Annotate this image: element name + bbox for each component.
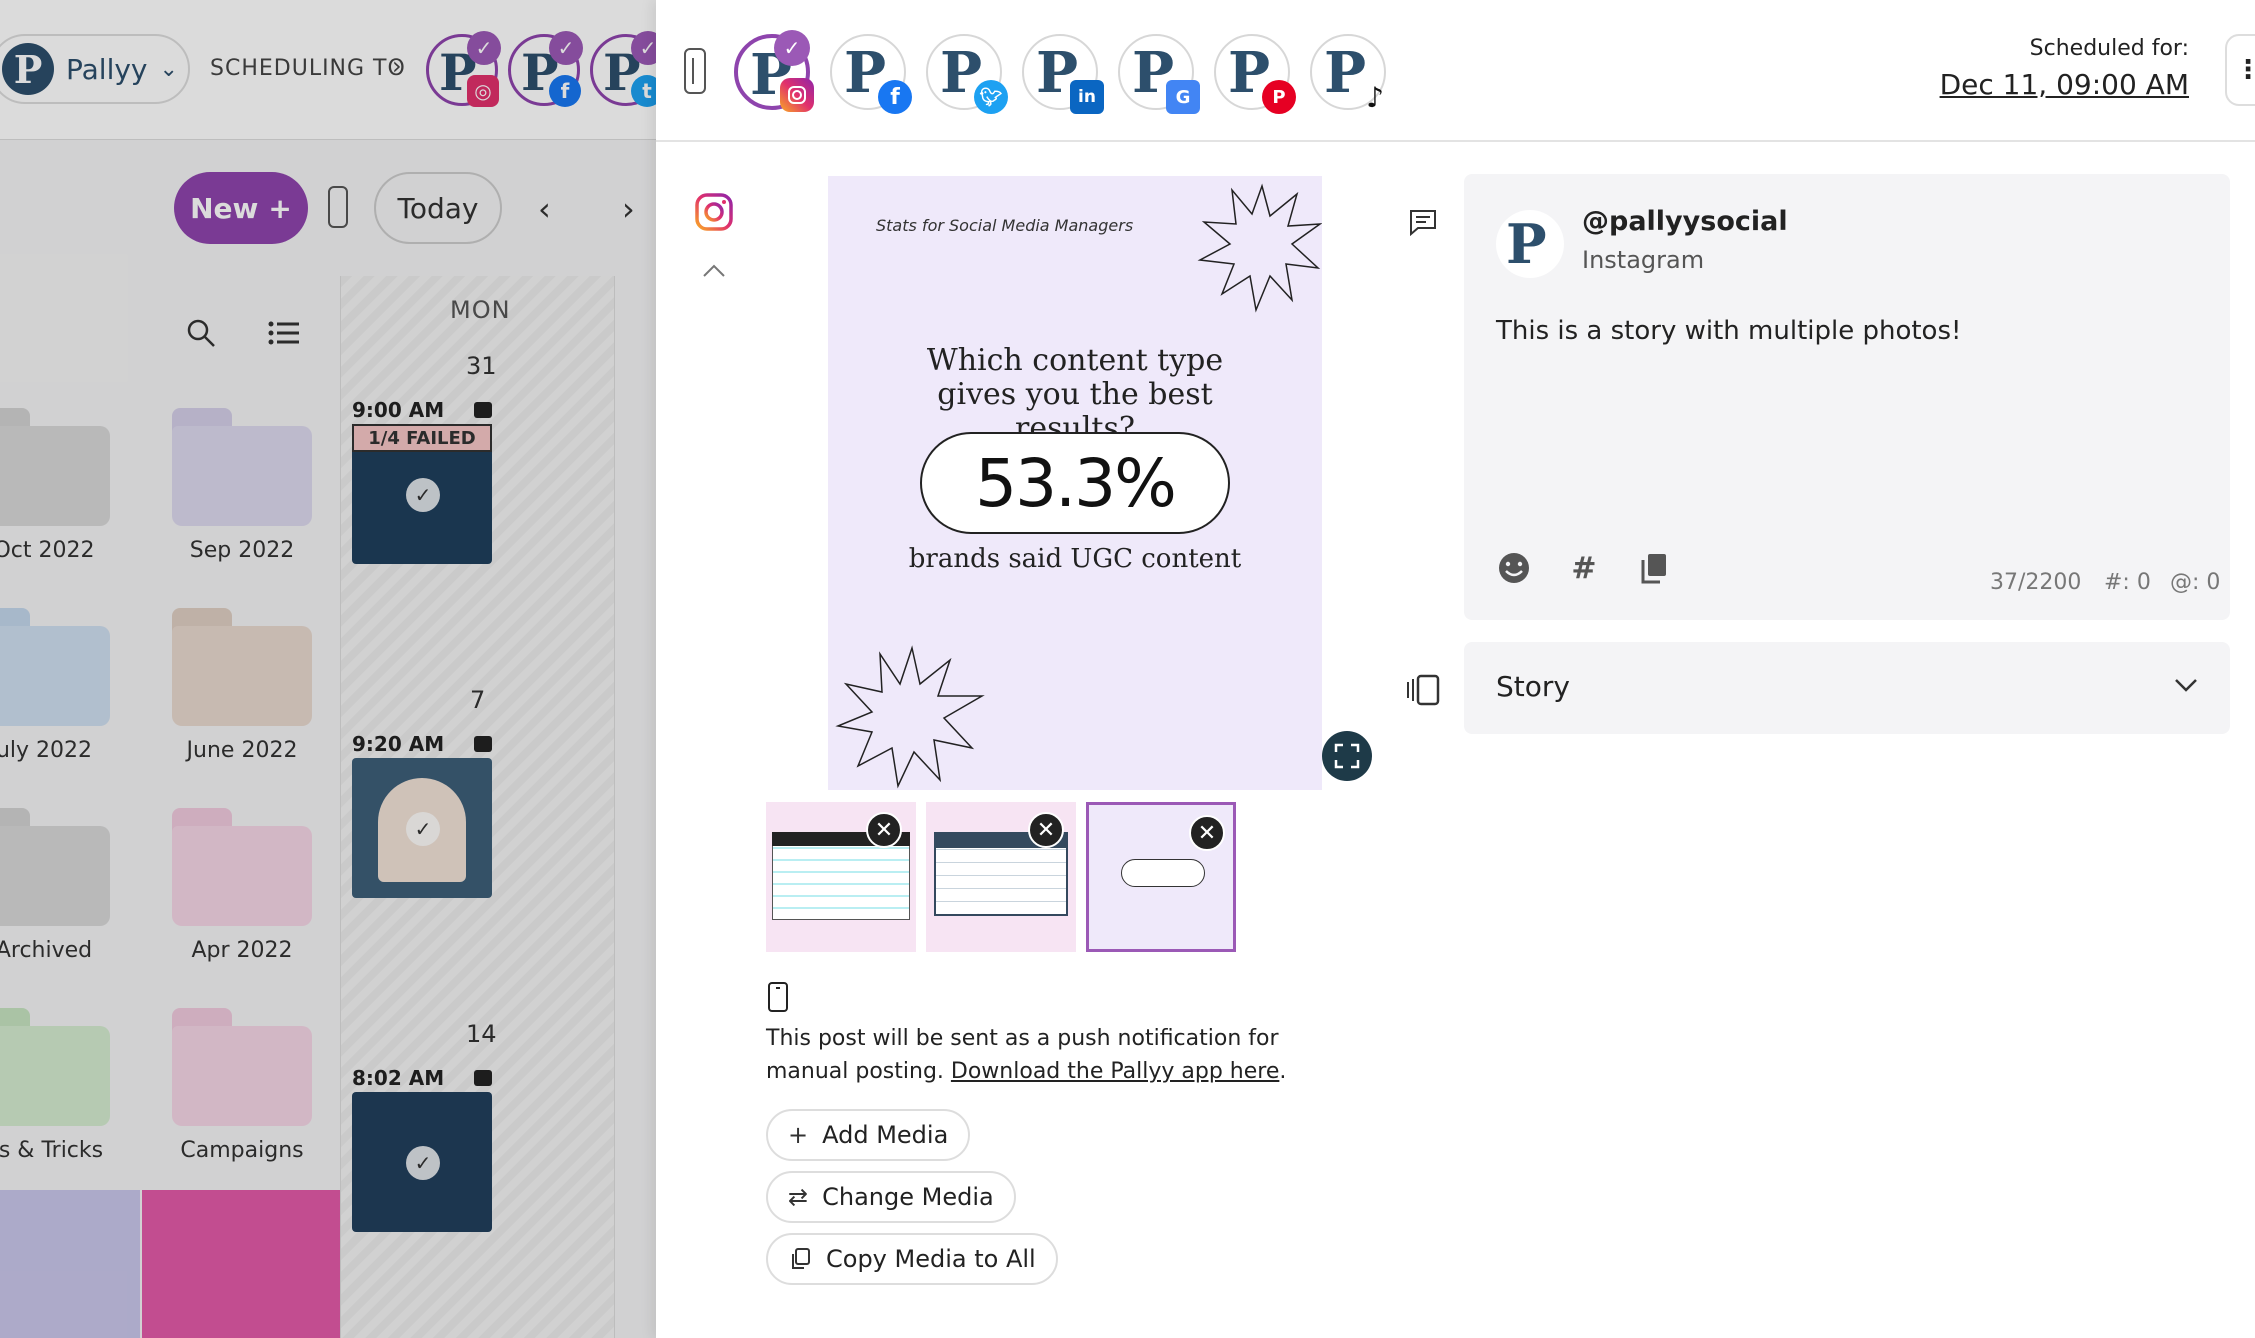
post-type-value: Story (1496, 670, 1570, 703)
thumbnail-stat-pill (1121, 859, 1205, 887)
account-avatar-pinterest[interactable]: P P (1214, 34, 1296, 114)
add-media-label: Add Media (822, 1121, 949, 1149)
schedule-post-panel: P ✓ P f P 🐦︎ P in P G P P P ♪ Scheduled … (656, 0, 2255, 1338)
drag-handle-icon[interactable] (684, 48, 706, 94)
remove-media-button[interactable]: ✕ (1028, 812, 1064, 848)
mention-count: @: 0 (2170, 570, 2221, 595)
panel-header: P ✓ P f P 🐦︎ P in P G P P P ♪ Scheduled … (656, 0, 2255, 142)
scheduled-date-link[interactable]: Dec 11, 09:00 AM (1940, 68, 2189, 101)
account-avatar-google-business[interactable]: P G (1118, 34, 1200, 114)
comment-icon[interactable] (1408, 208, 1438, 236)
background-app: P Pallyy ⌄ SCHEDULING TO › P ✓ ◎ P ✓ f P ✓ … (0, 0, 660, 1338)
remove-media-button[interactable]: ✕ (1189, 815, 1225, 851)
character-count: 37/2200 (1990, 570, 2082, 595)
account-network: Instagram (1582, 246, 1705, 274)
facebook-icon: f (878, 80, 912, 114)
media-thumbnail-selected[interactable]: ✕ (1086, 802, 1236, 952)
scheduled-for-label: Scheduled for: (2029, 36, 2189, 61)
emoji-icon[interactable] (1496, 550, 1532, 586)
google-business-icon: G (1166, 80, 1200, 114)
account-avatar-tiktok[interactable]: P ♪ (1310, 34, 1386, 114)
expand-preview-button[interactable] (1322, 731, 1372, 781)
account-avatar-linkedin[interactable]: P in (1022, 34, 1104, 114)
push-notification-note: This post will be sent as a push notific… (766, 1022, 1326, 1088)
post-type-select[interactable]: Story (1464, 642, 2230, 734)
starburst-decoration (1197, 183, 1322, 313)
push-note-end: . (1279, 1059, 1287, 1084)
tiktok-icon: ♪ (1366, 80, 1384, 114)
change-media-button[interactable]: ⇄ Change Media (766, 1171, 1016, 1223)
twitter-icon: 🐦︎ (974, 80, 1008, 114)
media-thumbnail[interactable]: ✕ (766, 802, 916, 952)
preview-kicker: Stats for Social Media Managers (876, 216, 1134, 235)
story-icon[interactable] (1406, 674, 1440, 706)
linkedin-icon: in (1070, 80, 1104, 114)
remove-media-button[interactable]: ✕ (866, 812, 902, 848)
copy-media-label: Copy Media to All (826, 1245, 1036, 1273)
media-preview: Stats for Social Media Managers Which co… (828, 176, 1322, 790)
caption-editor[interactable]: This is a story with multiple photos! (1496, 316, 1961, 346)
starburst-decoration (835, 645, 985, 789)
expand-icon (1334, 743, 1360, 769)
check-icon: ✓ (774, 30, 810, 66)
account-avatar-instagram[interactable]: P ✓ (734, 30, 814, 112)
preview-question: Which content type gives you the best re… (926, 343, 1224, 446)
swap-icon: ⇄ (788, 1183, 809, 1211)
post-editor-card: P @pallyysocial Instagram This is a stor… (1464, 174, 2230, 620)
copy-icon[interactable] (1636, 550, 1672, 586)
account-avatar-twitter[interactable]: P 🐦︎ (926, 34, 1008, 114)
copy-media-button[interactable]: Copy Media to All (766, 1233, 1058, 1285)
hashtag-icon[interactable]: # (1566, 550, 1602, 586)
download-app-link[interactable]: Download the Pallyy app here (951, 1059, 1279, 1084)
hashtag-count: #: 0 (2104, 570, 2151, 595)
copy-icon (792, 1248, 810, 1269)
pinterest-icon: P (1262, 80, 1296, 114)
instagram-icon[interactable] (694, 192, 734, 232)
change-media-label: Change Media (822, 1183, 994, 1211)
chevron-up-icon[interactable] (702, 264, 726, 278)
instagram-glyph-icon (788, 86, 806, 104)
avatar: P (1496, 210, 1564, 278)
preview-stat: 53.3% (975, 444, 1177, 522)
add-media-button[interactable]: + Add Media (766, 1109, 971, 1161)
phone-icon (768, 982, 788, 1012)
preview-stat-box: 53.3% (920, 432, 1230, 534)
media-thumbnail[interactable]: ✕ (926, 802, 1076, 952)
plus-icon: + (788, 1121, 809, 1149)
instagram-icon (780, 78, 814, 112)
account-avatar-facebook[interactable]: P f (830, 34, 912, 114)
more-options-button[interactable]: ⋮ (2225, 34, 2255, 106)
preview-subtitle: brands said UGC content (908, 544, 1242, 574)
chevron-down-icon (2175, 679, 2197, 692)
account-handle: @pallyysocial (1582, 206, 1788, 237)
overlay-dim (0, 0, 660, 1338)
